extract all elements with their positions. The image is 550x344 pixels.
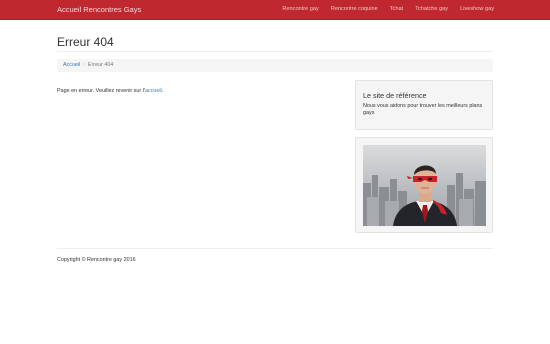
promo-image	[363, 145, 486, 226]
footer-copyright: Copyright © Rencontre gay 2016	[57, 257, 136, 263]
title-divider	[57, 51, 493, 52]
nav-item-tchatche-gay[interactable]: Tchatche gay	[415, 6, 448, 12]
nav-item-rencontre-gay[interactable]: Rencontre gay	[282, 6, 318, 12]
error-message-end: .	[161, 88, 164, 94]
breadcrumb-separator: /	[83, 62, 85, 68]
nav-item-tchat[interactable]: Tchat	[390, 6, 403, 12]
sidebar-image-panel	[355, 137, 493, 233]
error-message: Page en erreur. Veuillez revenir sur l'a…	[57, 88, 163, 94]
sidebar-info-panel: Le site de référence Nous vous aidons po…	[355, 80, 493, 130]
page-title: Erreur 404	[57, 35, 114, 49]
footer-divider	[57, 248, 493, 249]
nav-item-rencontre-coquine[interactable]: Rencontre coquine	[331, 6, 378, 12]
breadcrumb: Accueil / Erreur 404	[57, 59, 493, 72]
sidebar-heading: Le site de référence	[363, 91, 427, 100]
error-message-text: Page en erreur. Veuillez revenir sur l'	[57, 88, 145, 94]
breadcrumb-home-link[interactable]: Accueil	[63, 62, 80, 68]
navbar: Accueil Rencontres Gays Rencontre gay Re…	[0, 0, 550, 20]
brand-link[interactable]: Accueil Rencontres Gays	[57, 5, 141, 14]
home-link[interactable]: accueil	[145, 88, 162, 94]
breadcrumb-current: Erreur 404	[87, 62, 114, 68]
sidebar-text: Nous vous aidons pour trouver les meille…	[363, 103, 483, 116]
nav-item-liveshow-gay[interactable]: Liveshow gay	[460, 6, 494, 12]
nav-menu: Rencontre gay Rencontre coquine Tchat Tc…	[282, 6, 494, 12]
